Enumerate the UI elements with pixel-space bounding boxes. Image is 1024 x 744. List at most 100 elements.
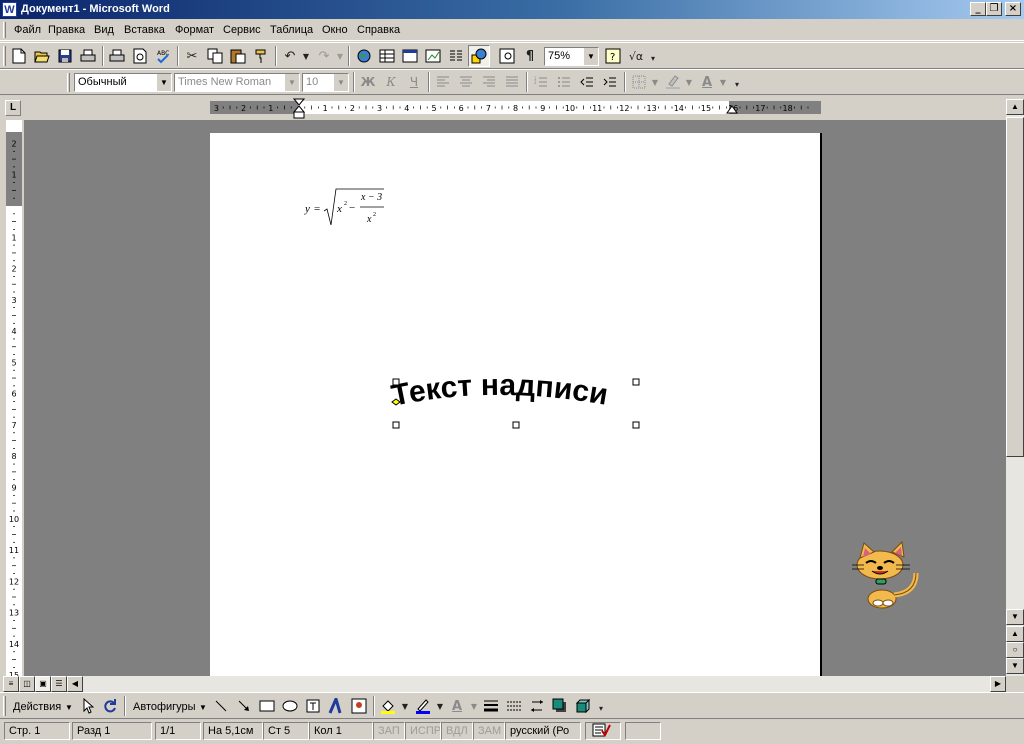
status-extend[interactable]: ВДЛ [441, 722, 473, 740]
menu-format[interactable]: Формат [175, 24, 214, 36]
line-style-icon[interactable] [480, 695, 502, 717]
insert-clipart-icon[interactable] [348, 695, 370, 717]
toolbar-options-icon[interactable]: ▾ [730, 73, 744, 95]
menubar-grip[interactable] [3, 22, 6, 38]
select-browse-object-icon[interactable]: ○ [1006, 642, 1024, 658]
scroll-up-icon[interactable]: ▲ [1006, 99, 1024, 115]
selection-handle[interactable] [632, 378, 640, 386]
new-document-icon[interactable] [8, 45, 30, 67]
line-tool-icon[interactable] [210, 695, 232, 717]
dash-style-icon[interactable] [503, 695, 525, 717]
cut-icon[interactable]: ✂ [181, 45, 203, 67]
chevron-down-icon[interactable]: ▼ [156, 74, 171, 91]
next-page-icon[interactable]: ▼ [1006, 658, 1024, 674]
drawing-toolbar-grip[interactable] [3, 696, 6, 716]
undo-dropdown-icon[interactable]: ▼ [299, 45, 313, 67]
text-box-icon[interactable] [302, 695, 324, 717]
show-hide-icon[interactable]: ¶ [519, 45, 541, 67]
menu-file[interactable]: Файл [14, 24, 41, 36]
tab-stop-selector[interactable]: L [5, 100, 21, 116]
arrow-tool-icon[interactable] [233, 695, 255, 717]
menu-view[interactable]: Вид [94, 24, 114, 36]
status-record-macro[interactable]: ЗАП [373, 722, 405, 740]
vertical-ruler[interactable]: 2112345678910111213141516 [6, 120, 22, 676]
drawing-icon[interactable] [468, 45, 490, 67]
status-overtype[interactable]: ЗАМ [473, 722, 505, 740]
3d-icon[interactable] [572, 695, 594, 717]
insert-table-icon[interactable] [399, 45, 421, 67]
zoom-combo[interactable]: 75% ▼ [544, 47, 599, 66]
previous-page-icon[interactable]: ▲ [1006, 626, 1024, 642]
save-icon[interactable] [54, 45, 76, 67]
open-icon[interactable] [31, 45, 53, 67]
print-icon[interactable] [77, 45, 99, 67]
fill-color-dropdown-icon[interactable]: ▼ [398, 695, 412, 717]
format-painter-icon[interactable] [250, 45, 272, 67]
paste-icon[interactable] [227, 45, 249, 67]
menu-tools[interactable]: Сервис [223, 24, 261, 36]
actions-menu-button[interactable]: Действия [13, 701, 61, 713]
line-color-dropdown-icon[interactable]: ▼ [433, 695, 447, 717]
standard-toolbar-grip[interactable] [3, 46, 6, 66]
document-map-icon[interactable] [496, 45, 518, 67]
web-icon[interactable] [353, 45, 375, 67]
spelling-status-icon[interactable] [585, 722, 621, 740]
status-track-changes[interactable]: ИСПР [405, 722, 441, 740]
page-preview-icon[interactable] [129, 45, 151, 67]
toolbar-options-icon[interactable]: ▾ [594, 697, 608, 719]
formula-object[interactable]: y = x 2 − x − 3 x 2 [300, 185, 400, 231]
selection-handle[interactable] [632, 421, 640, 429]
indent-marker-icon[interactable] [293, 98, 305, 120]
equation-icon[interactable]: √α [625, 45, 647, 67]
decrease-indent-icon[interactable] [576, 71, 598, 93]
word-app-icon[interactable]: W [2, 2, 17, 17]
chevron-down-icon[interactable]: ▼ [583, 48, 598, 65]
rectangle-tool-icon[interactable] [256, 695, 278, 717]
close-icon[interactable]: × [1005, 2, 1021, 16]
scroll-right-icon[interactable]: ▶ [990, 676, 1006, 692]
spelling-icon[interactable]: ABC [152, 45, 174, 67]
scroll-thumb[interactable] [1006, 117, 1024, 457]
selection-handle[interactable] [512, 421, 520, 429]
free-rotate-icon[interactable] [99, 695, 121, 717]
toolbar-options-icon[interactable]: ▾ [646, 47, 660, 69]
arrow-style-icon[interactable] [526, 695, 548, 717]
menu-help[interactable]: Справка [357, 24, 400, 36]
scroll-down-icon[interactable]: ▼ [1006, 609, 1024, 625]
shadow-icon[interactable] [549, 695, 571, 717]
wordart-tool-icon[interactable] [325, 695, 347, 717]
formatting-toolbar-grip[interactable] [67, 73, 70, 92]
web-layout-view-icon[interactable]: ◫ [19, 676, 35, 692]
restore-icon[interactable]: ❐ [986, 2, 1002, 16]
selection-handle[interactable] [392, 421, 400, 429]
normal-view-icon[interactable]: ≡ [3, 676, 19, 692]
minimize-icon[interactable]: _ [970, 2, 986, 16]
copy-icon[interactable] [204, 45, 226, 67]
vertical-scrollbar[interactable]: ▲ ▼ ▲ ○ ▼ [1006, 99, 1024, 676]
select-objects-icon[interactable] [77, 695, 99, 717]
line-color-icon[interactable] [412, 695, 434, 717]
oval-tool-icon[interactable] [279, 695, 301, 717]
scroll-left-icon[interactable]: ◀ [67, 676, 83, 692]
wordart-object[interactable]: Текст надписи [380, 368, 660, 438]
selection-handle[interactable] [392, 378, 400, 386]
tables-borders-icon[interactable] [376, 45, 398, 67]
menu-insert[interactable]: Вставка [124, 24, 165, 36]
right-indent-marker-icon[interactable] [726, 104, 738, 114]
status-language[interactable]: русский (Ро [505, 722, 581, 740]
autoshapes-dropdown-icon[interactable]: ▼ [199, 703, 207, 712]
undo-icon[interactable]: ↶ [279, 45, 301, 67]
insert-excel-icon[interactable] [422, 45, 444, 67]
office-assistant-cat-icon[interactable] [842, 533, 932, 609]
menu-edit[interactable]: Правка [48, 24, 85, 36]
style-combo[interactable]: Обычный ▼ [74, 73, 172, 92]
actions-dropdown-icon[interactable]: ▼ [65, 703, 73, 712]
columns-icon[interactable] [445, 45, 467, 67]
fill-color-icon[interactable] [377, 695, 399, 717]
print-layout-view-icon[interactable]: ▣ [35, 676, 51, 692]
autoshapes-menu-button[interactable]: Автофигуры [133, 701, 196, 713]
increase-indent-icon[interactable] [599, 71, 621, 93]
outline-view-icon[interactable]: ☰ [51, 676, 67, 692]
menu-window[interactable]: Окно [322, 24, 348, 36]
horizontal-scrollbar[interactable]: ◀ ▶ [67, 676, 1006, 692]
